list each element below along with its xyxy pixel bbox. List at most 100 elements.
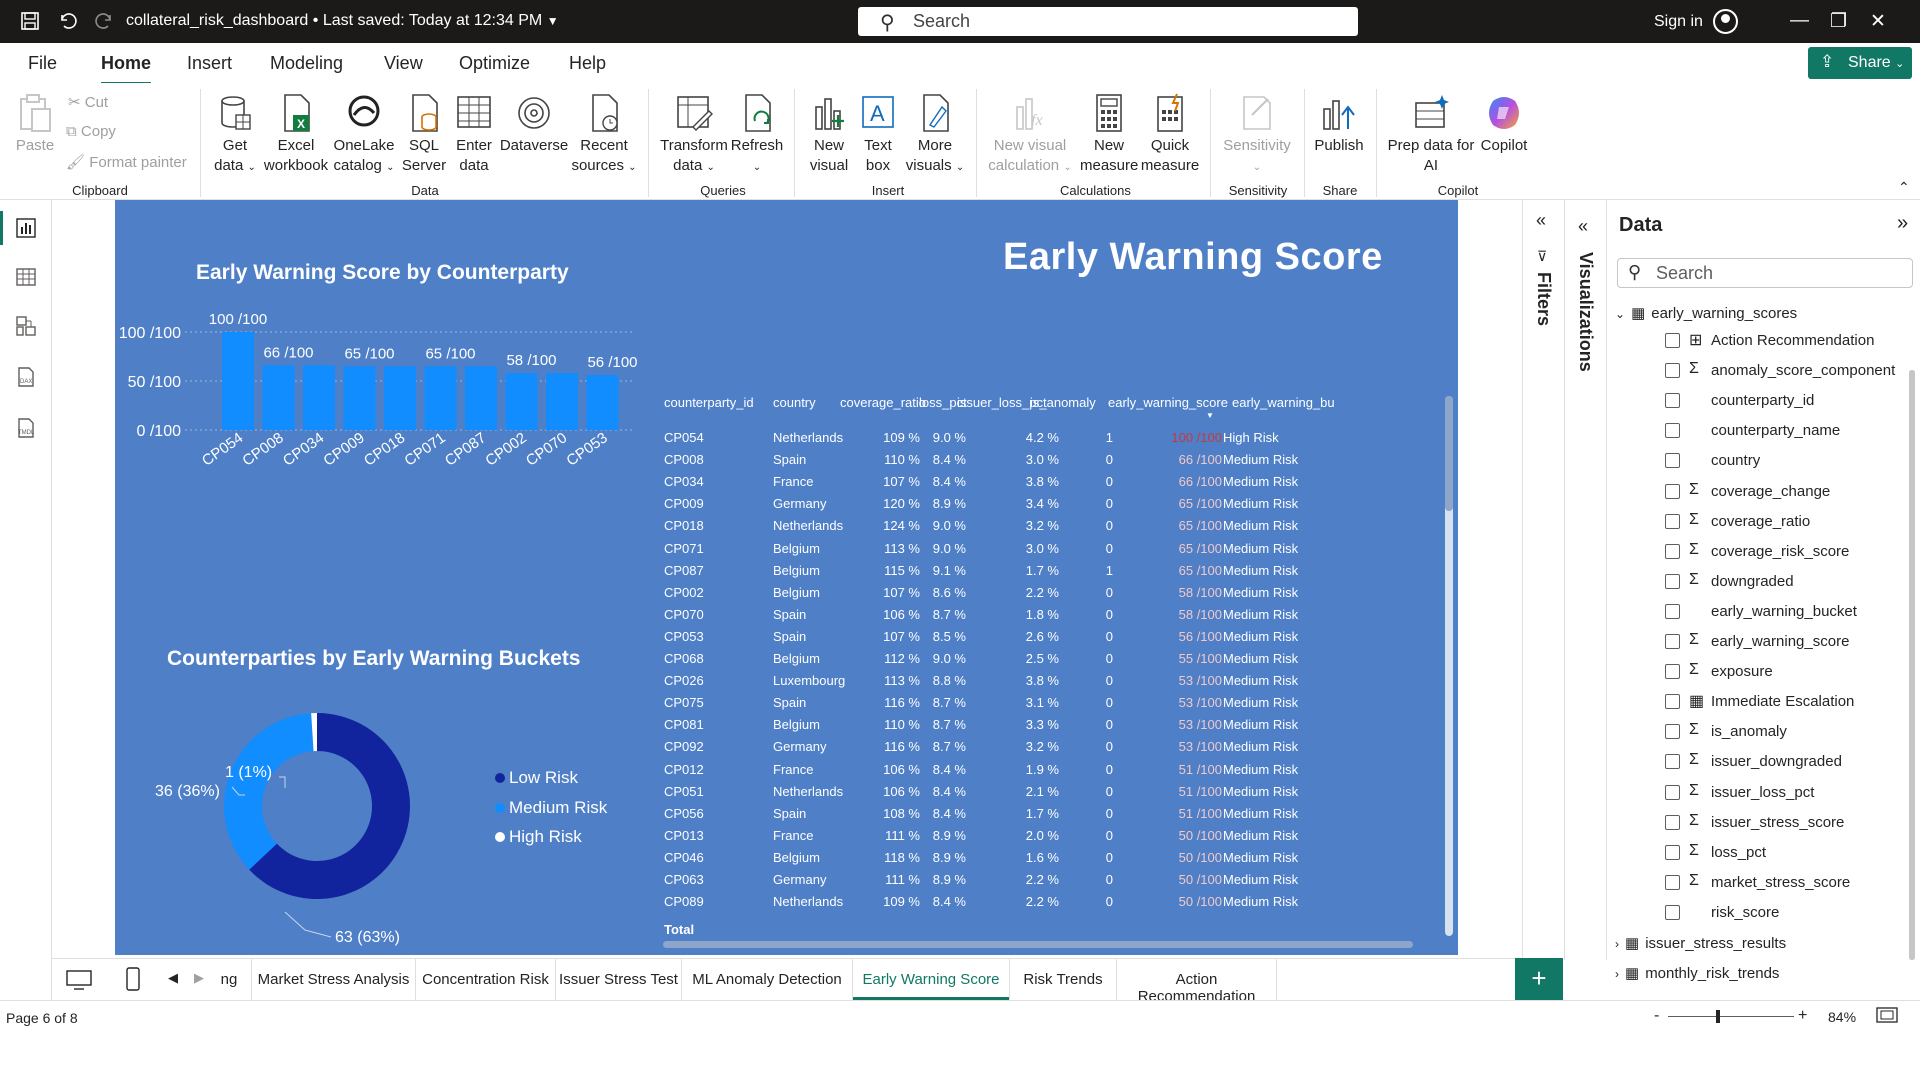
bar-cp087[interactable] (465, 366, 497, 430)
menu-modeling[interactable]: Modeling (270, 53, 343, 74)
dataverse-button[interactable]: Dataverse (498, 93, 570, 156)
field-item[interactable]: Σloss_pct (1607, 842, 1907, 866)
field-checkbox[interactable] (1665, 784, 1680, 800)
scrollbar-thumb[interactable] (1445, 396, 1453, 511)
sign-in-link[interactable]: Sign in (1654, 13, 1703, 31)
legend-item-low-risk[interactable]: Low Risk (495, 768, 578, 788)
minimize-icon[interactable]: — (1790, 10, 1809, 32)
field-item[interactable]: Σexposure (1607, 661, 1907, 685)
sql-server-button[interactable]: SQL Server (400, 93, 448, 176)
bar-cp008[interactable] (262, 365, 295, 430)
field-checkbox[interactable] (1665, 453, 1680, 469)
format-painter-button[interactable]: 🖌 Format painter (66, 153, 187, 171)
column-header[interactable]: counterparty_id (664, 395, 754, 410)
table-row[interactable]: CP002 Belgium 107 % 8.6 % 2.2 % 0 58 /100 Mediu… (664, 585, 1458, 607)
table-row[interactable]: CP018 Netherlands 124 % 9.0 % 3.2 % 0 65 /100 M… (664, 518, 1458, 540)
field-checkbox[interactable] (1665, 363, 1680, 379)
text-box-button[interactable]: A Text box (856, 93, 900, 176)
bar-cp009[interactable] (343, 366, 376, 430)
donut-slice-medium-risk[interactable] (224, 713, 314, 870)
new-measure-button[interactable]: New measure (1080, 93, 1138, 176)
bar-cp034[interactable] (303, 365, 335, 430)
table-row[interactable]: CP026 Luxembourg 113 % 8.8 % 3.8 % 0 53 /100 Me… (664, 673, 1458, 695)
report-view-icon[interactable] (0, 211, 39, 245)
new-visual-calculation-button[interactable]: fx New visual calculation ⌄ (986, 93, 1074, 178)
table-row[interactable]: CP071 Belgium 113 % 9.0 % 3.0 % 0 65 /100 Mediu… (664, 541, 1458, 563)
scrollbar-thumb[interactable] (1909, 370, 1915, 960)
bar-cp054[interactable] (222, 332, 254, 430)
zoom-out-icon[interactable]: - (1654, 1007, 1659, 1025)
table-vertical-scrollbar[interactable] (1445, 396, 1453, 936)
table-row[interactable]: CP012 France 106 % 8.4 % 1.9 % 0 51 /100 Medium… (664, 762, 1458, 784)
table-row[interactable]: CP081 Belgium 110 % 8.7 % 3.3 % 0 53 /100 Mediu… (664, 717, 1458, 739)
visualizations-pane-collapsed[interactable]: « Visualizations (1564, 200, 1606, 960)
field-item[interactable]: Σis_anomaly (1607, 721, 1907, 745)
field-item[interactable]: Σissuer_loss_pct (1607, 782, 1907, 806)
zoom-slider-thumb[interactable] (1716, 1010, 1720, 1023)
tab-concentration-risk[interactable]: Concentration Risk (416, 959, 556, 1001)
field-checkbox[interactable] (1665, 483, 1680, 499)
table-row[interactable]: CP009 Germany 120 % 8.9 % 3.4 % 0 65 /100 Mediu… (664, 496, 1458, 518)
field-table-early-warning-scores[interactable]: ⌄ ▦ early_warning_scores (1615, 304, 1797, 322)
field-item[interactable]: Σmarket_stress_score (1607, 872, 1907, 896)
field-item[interactable]: Σanomaly_score_component (1607, 360, 1907, 384)
field-checkbox[interactable] (1665, 694, 1680, 710)
menu-optimize[interactable]: Optimize (459, 53, 530, 74)
refresh-button[interactable]: Refresh ⌄ (730, 93, 784, 178)
get-data-button[interactable]: Get data ⌄ (210, 93, 260, 178)
legend-item-medium-risk[interactable]: Medium Risk (495, 798, 607, 818)
new-visual-button[interactable]: New visual (804, 93, 854, 176)
transform-data-button[interactable]: Transform data ⌄ (658, 93, 730, 178)
table-row[interactable]: CP068 Belgium 112 % 9.0 % 2.5 % 0 55 /100 Mediu… (664, 651, 1458, 673)
table-row[interactable]: CP070 Spain 106 % 8.7 % 1.8 % 0 58 /100 Medium … (664, 607, 1458, 629)
table-row[interactable]: CP092 Germany 116 % 8.7 % 3.2 % 0 53 /100 Mediu… (664, 739, 1458, 761)
table-row[interactable]: CP013 France 111 % 8.9 % 2.0 % 0 50 /100 Medium… (664, 828, 1458, 850)
legend-item-high-risk[interactable]: High Risk (495, 827, 582, 847)
field-item[interactable]: ⊞ Action Recommendation (1607, 330, 1907, 354)
desktop-layout-icon[interactable] (66, 969, 92, 996)
table-row[interactable]: CP075 Spain 116 % 8.7 % 3.1 % 0 53 /100 Medium … (664, 695, 1458, 717)
undo-icon[interactable] (57, 11, 77, 37)
paste-button[interactable]: Paste (12, 93, 58, 156)
copilot-button[interactable]: Copilot (1476, 93, 1532, 156)
column-header[interactable]: is_anomaly (1030, 395, 1096, 410)
menu-file[interactable]: File (28, 53, 57, 74)
enter-data-button[interactable]: Enter data (450, 93, 498, 176)
collapse-pane-icon[interactable]: » (1897, 212, 1908, 235)
menu-insert[interactable]: Insert (187, 53, 232, 74)
field-checkbox[interactable] (1665, 513, 1680, 529)
tab-action-recommendation[interactable]: Action Recommendation (1117, 959, 1277, 1005)
recent-sources-button[interactable]: Recent sources ⌄ (570, 93, 638, 178)
field-checkbox[interactable] (1665, 543, 1680, 559)
model-view-icon[interactable] (13, 315, 39, 339)
field-item[interactable]: Σcoverage_change (1607, 481, 1907, 505)
column-header[interactable]: country (773, 395, 816, 410)
field-item[interactable]: Σcoverage_ratio (1607, 511, 1907, 535)
publish-button[interactable]: Publish (1312, 93, 1366, 156)
field-item[interactable]: country (1607, 450, 1907, 474)
table-row[interactable]: CP053 Spain 107 % 8.5 % 2.6 % 0 56 /100 Medium … (664, 629, 1458, 651)
share-button[interactable]: ⇪ Share ⌄ (1808, 47, 1912, 79)
field-item[interactable]: counterparty_name (1607, 420, 1907, 444)
sensitivity-button[interactable]: Sensitivity ⌄ (1220, 93, 1294, 178)
avatar-icon[interactable] (1713, 9, 1738, 34)
field-item[interactable]: Σissuer_stress_score (1607, 812, 1907, 836)
tab-risk-trends[interactable]: Risk Trends (1010, 959, 1117, 1001)
tab-scroll-right-icon[interactable]: ▶ (194, 970, 204, 986)
zoom-level[interactable]: 84% (1828, 1009, 1856, 1025)
field-checkbox[interactable] (1665, 573, 1680, 589)
excel-workbook-button[interactable]: X Excel workbook (262, 93, 330, 176)
table-row[interactable]: CP051 Netherlands 106 % 8.4 % 2.1 % 0 51 /100 M… (664, 784, 1458, 806)
tab-early-warning-score[interactable]: Early Warning Score (853, 959, 1010, 1001)
field-checkbox[interactable] (1665, 814, 1680, 830)
field-checkbox[interactable] (1665, 664, 1680, 680)
add-page-button[interactable]: + (1515, 958, 1563, 1000)
field-checkbox[interactable] (1665, 904, 1680, 920)
quick-measure-button[interactable]: Quick measure (1140, 93, 1200, 176)
field-item[interactable]: risk_score (1607, 902, 1907, 926)
zoom-in-icon[interactable]: + (1798, 1007, 1807, 1025)
field-checkbox[interactable] (1665, 844, 1680, 860)
tab-issuer-stress-test[interactable]: Issuer Stress Test (556, 959, 682, 1001)
table-row[interactable]: CP056 Spain 108 % 8.4 % 1.7 % 0 51 /100 Medium … (664, 806, 1458, 828)
field-table-monthly-risk-trends[interactable]: › ▦ monthly_risk_trends (1615, 964, 1779, 982)
